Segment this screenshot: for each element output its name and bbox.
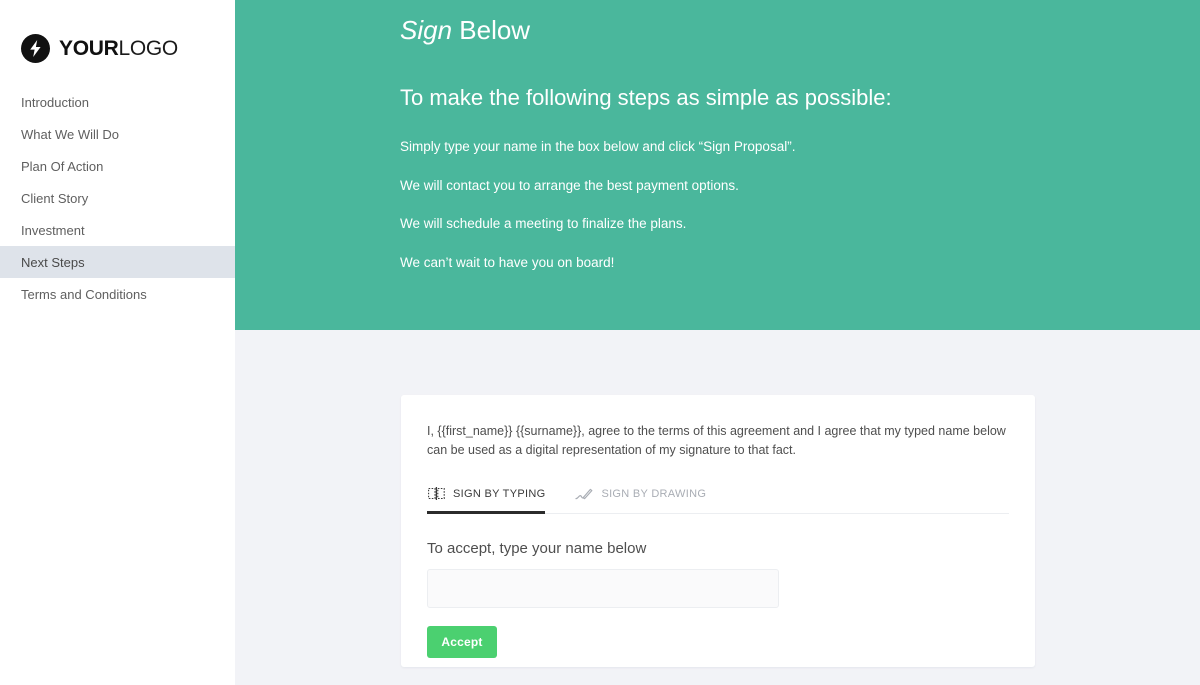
sidebar: YOURLOGO Introduction What We Will Do Pl… bbox=[0, 0, 235, 685]
page-title-italic: Sign bbox=[400, 15, 453, 45]
hero-step-line: We will schedule a meeting to finalize t… bbox=[400, 216, 687, 232]
keyboard-icon bbox=[427, 486, 445, 501]
sidebar-item-label: Client Story bbox=[21, 190, 89, 206]
accept-button[interactable]: Accept bbox=[427, 625, 497, 658]
tab-label: SIGN BY TYPING bbox=[453, 487, 546, 500]
sidebar-item-label: Investment bbox=[21, 222, 85, 238]
lightning-bolt-icon bbox=[21, 33, 50, 63]
sidebar-item-terms-and-conditions[interactable]: Terms and Conditions bbox=[0, 278, 235, 310]
sidebar-item-label: Next Steps bbox=[21, 254, 85, 270]
brand-name-light: LOGO bbox=[118, 36, 178, 60]
sidebar-item-label: Introduction bbox=[21, 94, 89, 110]
sidebar-item-plan-of-action[interactable]: Plan Of Action bbox=[0, 150, 235, 182]
agreement-text: I, {{first_name}} {{surname}}, agree to … bbox=[427, 424, 1006, 458]
brand-name: YOURLOGO bbox=[59, 38, 178, 59]
hero-subtitle: To make the following steps as simple as… bbox=[400, 84, 892, 110]
pen-icon bbox=[575, 487, 593, 502]
sidebar-item-what-we-will-do[interactable]: What We Will Do bbox=[0, 118, 235, 150]
sidebar-nav: Introduction What We Will Do Plan Of Act… bbox=[0, 86, 235, 310]
brand-logo[interactable]: YOURLOGO bbox=[0, 0, 235, 70]
hero-step-line: Simply type your name in the box below a… bbox=[400, 139, 796, 155]
tab-sign-by-drawing[interactable]: SIGN BY DRAWING bbox=[575, 483, 706, 513]
name-field-label: To accept, type your name below bbox=[427, 539, 647, 557]
page-title: Sign Below bbox=[400, 14, 1200, 48]
tab-sign-by-typing[interactable]: SIGN BY TYPING bbox=[427, 484, 546, 514]
hero-step-line: We will contact you to arrange the best … bbox=[400, 177, 739, 193]
sidebar-item-next-steps[interactable]: Next Steps bbox=[0, 246, 235, 278]
tab-label: SIGN BY DRAWING bbox=[601, 488, 707, 501]
sidebar-item-introduction[interactable]: Introduction bbox=[0, 86, 235, 118]
proposal-signature-page: YOURLOGO Introduction What We Will Do Pl… bbox=[0, 0, 1200, 685]
sidebar-item-label: Plan Of Action bbox=[21, 158, 104, 174]
brand-name-bold: YOUR bbox=[59, 36, 119, 60]
page-title-rest: Below bbox=[452, 15, 531, 45]
signature-name-input[interactable] bbox=[427, 568, 779, 608]
main-content: Sign Below To make the following steps a… bbox=[235, 0, 1200, 685]
card-area: I, {{first_name}} {{surname}}, agree to … bbox=[235, 330, 1200, 685]
signature-card: I, {{first_name}} {{surname}}, agree to … bbox=[401, 395, 1035, 667]
hero-step-line: We can’t wait to have you on board! bbox=[400, 255, 615, 271]
sidebar-item-investment[interactable]: Investment bbox=[0, 214, 235, 246]
hero-banner: Sign Below To make the following steps a… bbox=[235, 0, 1200, 330]
signature-tabs: SIGN BY TYPING SIGN BY DRAWING bbox=[427, 483, 1009, 514]
sidebar-item-label: What We Will Do bbox=[21, 126, 119, 142]
sidebar-item-client-story[interactable]: Client Story bbox=[0, 182, 235, 214]
sidebar-item-label: Terms and Conditions bbox=[21, 286, 147, 302]
